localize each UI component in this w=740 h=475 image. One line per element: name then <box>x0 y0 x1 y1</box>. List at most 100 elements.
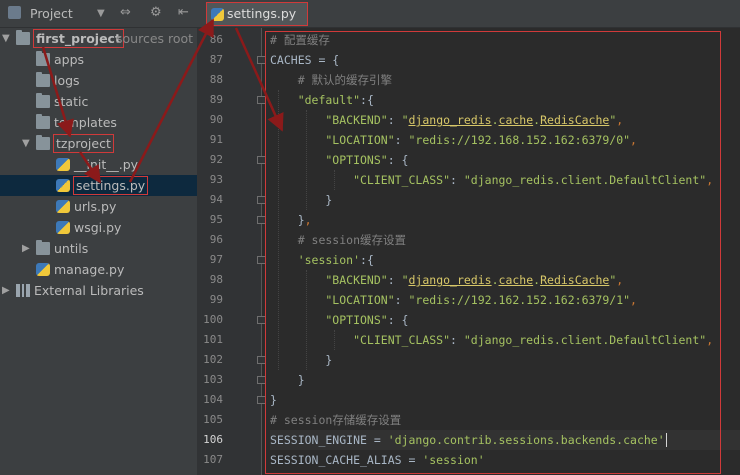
fold-marker-icon[interactable] <box>257 156 266 164</box>
code-line[interactable]: "BACKEND": "django_redis.cache.RedisCach… <box>270 270 623 290</box>
fold-marker-icon[interactable] <box>257 196 266 204</box>
code-token: 'django.contrib.sessions.backends.cache' <box>387 433 665 447</box>
indent-guide <box>334 170 335 190</box>
view-dropdown-icon[interactable]: ▼ <box>97 8 105 19</box>
code-token: , <box>630 293 637 307</box>
fold-marker-icon[interactable] <box>257 376 266 384</box>
project-view-selector[interactable]: Project <box>30 6 73 21</box>
line-number: 86 <box>209 33 223 46</box>
project-icon <box>8 6 21 19</box>
code-token: "LOCATION" <box>270 133 395 147</box>
code-line[interactable]: # session存储缓存设置 <box>270 410 401 430</box>
fold-marker-icon[interactable] <box>257 56 266 64</box>
code-token: } <box>270 353 333 367</box>
collapse-arrow-icon[interactable]: ▶ <box>2 280 10 301</box>
tree-item-tzproject[interactable]: ▼ tzproject <box>0 133 197 154</box>
code-line[interactable]: # 配置缓存 <box>270 30 330 50</box>
code-token: django_redis <box>408 273 492 287</box>
tree-item-untils[interactable]: ▶ untils <box>0 238 197 259</box>
collapse-arrow-icon[interactable]: ▶ <box>22 238 30 259</box>
code-line[interactable]: "BACKEND": "django_redis.cache.RedisCach… <box>270 110 623 130</box>
code-token: "CLIENT_CLASS" <box>270 173 451 187</box>
code-token: , <box>304 213 312 227</box>
tree-item-external-libraries[interactable]: ▶ External Libraries <box>0 280 197 301</box>
line-number: 87 <box>209 53 223 66</box>
tree-item-label: static <box>54 94 89 109</box>
tree-item-first-project[interactable]: ▼ first_project sources root <box>0 28 197 49</box>
expand-arrow-icon[interactable]: ▼ <box>22 133 30 154</box>
tree-item-apps[interactable]: apps <box>0 49 197 70</box>
code-line[interactable]: "CLIENT_CLASS": "django_redis.client.Def… <box>270 170 713 190</box>
code-line[interactable]: } <box>270 350 332 370</box>
code-token: " <box>401 273 409 287</box>
tree-item-urls-py[interactable]: urls.py <box>0 196 197 217</box>
code-token: 'session' <box>270 253 361 267</box>
code-token: . <box>491 113 499 127</box>
code-token: "django_redis.client.DefaultClient" <box>463 333 707 347</box>
line-number: 93 <box>209 173 223 186</box>
code-token: "redis://192.168.152.162:6379/0" <box>408 133 631 147</box>
code-line[interactable]: 'session':{ <box>270 250 374 270</box>
folder-icon <box>36 93 50 108</box>
project-panel: Project ▼ ⇔ ⚙ ⇤ ▼ first_project sources ro… <box>0 0 197 475</box>
collapse-all-icon[interactable]: ⇔ <box>120 5 131 20</box>
code-line[interactable]: SESSION_ENGINE = 'django.contrib.session… <box>270 430 740 450</box>
tree-item-manage-py[interactable]: manage.py <box>0 259 197 280</box>
indent-guide <box>306 270 307 370</box>
code-line[interactable]: CACHES = { <box>270 50 339 70</box>
fold-marker-icon[interactable] <box>257 396 266 404</box>
settings-gear-icon[interactable]: ⚙ <box>150 5 162 20</box>
code-token: : <box>387 273 402 287</box>
code-line[interactable]: } <box>270 390 277 410</box>
tree-item-logs[interactable]: logs <box>0 70 197 91</box>
tree-item-init-py[interactable]: __init__.py <box>0 154 197 175</box>
fold-marker-icon[interactable] <box>257 256 266 264</box>
tree-item-label: untils <box>54 241 89 256</box>
code-line[interactable]: "OPTIONS": { <box>270 150 408 170</box>
tree-item-label: logs <box>54 73 80 88</box>
python-file-icon <box>56 158 70 171</box>
fold-marker-icon[interactable] <box>257 316 266 324</box>
tab-settings-py[interactable]: settings.py <box>206 2 308 26</box>
code-token: , <box>706 173 714 187</box>
code-line[interactable]: # session缓存设置 <box>270 230 406 250</box>
folder-icon <box>36 114 50 129</box>
code-line[interactable]: "OPTIONS": { <box>270 310 408 330</box>
tree-item-label: External Libraries <box>34 283 144 298</box>
line-number: 88 <box>209 73 223 86</box>
python-file-icon <box>36 263 50 276</box>
tree-item-wsgi-py[interactable]: wsgi.py <box>0 217 197 238</box>
code-token: CACHES = { <box>270 53 340 67</box>
folder-icon <box>36 72 50 87</box>
tree-item-static[interactable]: static <box>0 91 197 112</box>
line-number-gutter[interactable]: 86 87 88 89 90 91 92 93 94 95 96 97 98 99 100 101 102 103… <box>197 28 266 475</box>
code-line[interactable]: "CLIENT_CLASS": "django_redis.client.Def… <box>270 330 713 350</box>
code-line[interactable]: "default":{ <box>270 90 374 110</box>
folder-icon <box>36 135 50 150</box>
expand-arrow-icon[interactable]: ▼ <box>2 28 10 49</box>
fold-marker-icon[interactable] <box>257 216 266 224</box>
code-editor[interactable]: 86 87 88 89 90 91 92 93 94 95 96 97 98 99 100 101 102 103… <box>197 28 740 475</box>
fold-marker-icon[interactable] <box>257 356 266 364</box>
hide-panel-icon[interactable]: ⇤ <box>178 5 189 20</box>
tree-item-templates[interactable]: templates <box>0 112 197 133</box>
fold-marker-icon[interactable] <box>257 96 266 104</box>
tree-item-settings-py[interactable]: settings.py <box>0 175 197 196</box>
code-token: RedisCache <box>540 113 610 127</box>
line-number: 98 <box>209 273 223 286</box>
code-line[interactable]: } <box>270 370 305 390</box>
code-line[interactable]: "LOCATION": "redis://192.162.152.162:637… <box>270 290 637 310</box>
project-panel-header: Project ▼ ⇔ ⚙ ⇤ <box>0 0 197 28</box>
code-line[interactable]: } <box>270 190 332 210</box>
tree-item-label: apps <box>54 52 85 67</box>
code-token: # 配置缓存 <box>270 33 330 47</box>
line-number: 99 <box>209 293 223 306</box>
code-line[interactable]: SESSION_CACHE_ALIAS = 'session' <box>270 450 485 470</box>
tree-item-label: tzproject <box>53 134 114 153</box>
line-number: 105 <box>203 413 223 426</box>
code-line[interactable]: "LOCATION": "redis://192.168.152.162:637… <box>270 130 637 150</box>
code-token: django_redis <box>408 113 492 127</box>
code-line[interactable]: }, <box>270 210 312 230</box>
code-token: , <box>616 273 624 287</box>
code-line[interactable]: # 默认的缓存引擎 <box>270 70 392 90</box>
